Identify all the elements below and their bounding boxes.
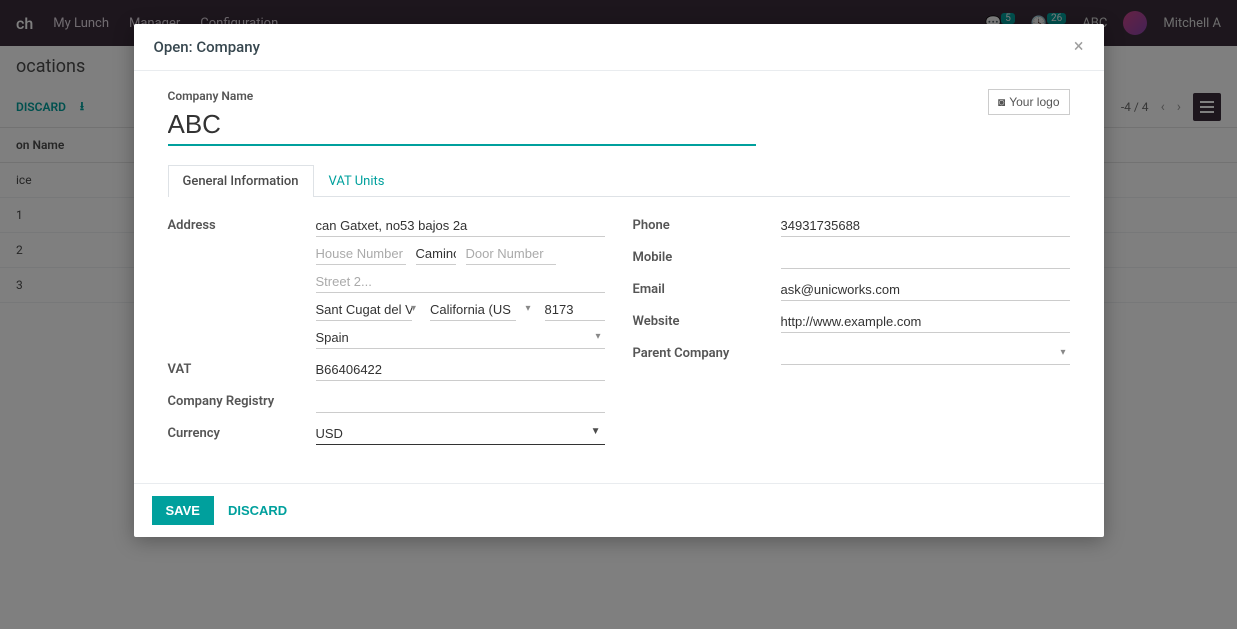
your-logo-button[interactable]: ◙ Your logo	[988, 89, 1070, 115]
company-name-label: Company Name	[168, 89, 1070, 103]
website-label: Website	[633, 311, 781, 329]
discard-button[interactable]: DISCARD	[228, 503, 287, 518]
vat-input[interactable]	[316, 359, 605, 381]
country-select[interactable]	[316, 327, 605, 349]
modal-title: Open: Company	[154, 38, 260, 56]
registry-label: Company Registry	[168, 391, 316, 409]
currency-label: Currency	[168, 423, 316, 441]
your-logo-label: Your logo	[1009, 95, 1059, 109]
mobile-input[interactable]	[781, 247, 1070, 269]
currency-select[interactable]	[316, 423, 605, 445]
close-icon[interactable]: ×	[1074, 38, 1084, 56]
address-label: Address	[168, 215, 316, 233]
door-number-input[interactable]	[466, 243, 556, 265]
street2-input[interactable]	[316, 271, 605, 293]
email-input[interactable]	[781, 279, 1070, 301]
website-input[interactable]	[781, 311, 1070, 333]
state-select[interactable]	[430, 299, 516, 321]
company-name-input[interactable]	[168, 105, 756, 146]
company-modal: Open: Company × ◙ Your logo Company Name…	[134, 24, 1104, 537]
city-input[interactable]	[316, 299, 412, 321]
phone-label: Phone	[633, 215, 781, 233]
parent-company-label: Parent Company	[633, 343, 781, 361]
house-number-input[interactable]	[316, 243, 406, 265]
tab-vat-units[interactable]: VAT Units	[314, 165, 400, 197]
street-input[interactable]	[316, 215, 605, 237]
zip-input[interactable]	[545, 299, 605, 321]
registry-input[interactable]	[316, 391, 605, 413]
vat-label: VAT	[168, 359, 316, 377]
chevron-down-icon: ▼	[591, 426, 601, 437]
tab-general-information[interactable]: General Information	[168, 165, 314, 197]
save-button[interactable]: SAVE	[152, 496, 214, 525]
camera-icon: ◙	[998, 95, 1005, 109]
parent-company-select[interactable]	[781, 343, 1070, 365]
phone-input[interactable]	[781, 215, 1070, 237]
street-name-input[interactable]	[416, 243, 456, 265]
mobile-label: Mobile	[633, 247, 781, 265]
email-label: Email	[633, 279, 781, 297]
